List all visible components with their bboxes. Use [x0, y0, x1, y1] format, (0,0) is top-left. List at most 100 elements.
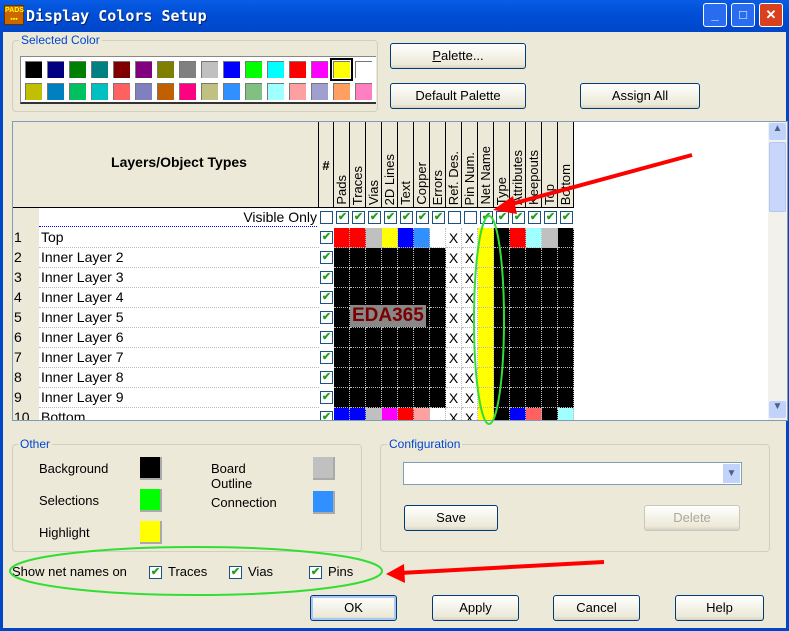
color-cell[interactable]	[350, 408, 366, 420]
layer-name[interactable]: Bottom	[39, 408, 319, 420]
net-names-vias-checkbox[interactable]: ✔	[229, 566, 242, 579]
color-cell[interactable]	[398, 228, 414, 248]
color-cell[interactable]	[526, 388, 542, 408]
palette-swatch[interactable]	[332, 82, 351, 101]
color-cell[interactable]	[494, 328, 510, 348]
color-cell[interactable]	[366, 408, 382, 420]
color-cell[interactable]	[542, 308, 558, 328]
color-cell[interactable]	[558, 328, 574, 348]
color-cell[interactable]	[478, 368, 494, 388]
color-cell[interactable]	[414, 348, 430, 368]
other-swatch-board-outline[interactable]	[313, 457, 335, 480]
palette-swatch[interactable]	[134, 82, 153, 101]
color-cell[interactable]	[542, 268, 558, 288]
palette-swatch[interactable]	[24, 60, 43, 79]
color-cell[interactable]	[414, 228, 430, 248]
color-cell[interactable]	[414, 328, 430, 348]
column-header-errors[interactable]: Errors	[430, 122, 446, 208]
visible-only-checkbox[interactable]: ✔	[480, 211, 493, 224]
column-header-copper[interactable]: Copper	[414, 122, 430, 208]
palette-swatch[interactable]	[288, 60, 307, 79]
palette-swatch[interactable]	[46, 82, 65, 101]
color-cell[interactable]	[510, 308, 526, 328]
color-cell[interactable]	[510, 408, 526, 420]
layer-visible-checkbox[interactable]: ✔	[320, 391, 333, 404]
column-header-pads[interactable]: Pads	[334, 122, 350, 208]
color-cell[interactable]	[526, 248, 542, 268]
visible-only-checkbox[interactable]: ✔	[512, 211, 525, 224]
net-names-pins-label[interactable]: Pins	[328, 564, 353, 579]
maximize-button[interactable]: □	[731, 3, 755, 27]
configuration-select[interactable]: ▼	[403, 462, 742, 485]
color-cell[interactable]	[526, 328, 542, 348]
color-cell[interactable]	[334, 328, 350, 348]
color-cell[interactable]	[478, 288, 494, 308]
color-cell[interactable]	[526, 308, 542, 328]
palette-swatch[interactable]	[330, 58, 353, 81]
palette-swatch[interactable]	[244, 82, 263, 101]
column-header-attributes[interactable]: Attributes	[510, 122, 526, 208]
color-cell[interactable]	[494, 308, 510, 328]
layer-visible-checkbox[interactable]: ✔	[320, 251, 333, 264]
visible-only-checkbox[interactable]: ✔	[528, 211, 541, 224]
minimize-button[interactable]: _	[703, 3, 727, 27]
close-button[interactable]: ✕	[759, 3, 783, 27]
color-cell[interactable]	[382, 368, 398, 388]
palette-swatch[interactable]	[200, 60, 219, 79]
palette-swatch[interactable]	[134, 60, 153, 79]
color-cell[interactable]	[558, 368, 574, 388]
color-cell[interactable]	[478, 308, 494, 328]
layer-visible-checkbox[interactable]: ✔	[320, 331, 333, 344]
color-cell[interactable]	[398, 348, 414, 368]
layer-visible-checkbox[interactable]: ✔	[320, 311, 333, 324]
color-cell[interactable]	[558, 388, 574, 408]
color-cell[interactable]	[414, 268, 430, 288]
color-cell[interactable]	[430, 348, 446, 368]
color-cell[interactable]	[430, 228, 446, 248]
scroll-down-icon[interactable]: ▼	[769, 401, 786, 418]
layer-visible-checkbox[interactable]: ✔	[320, 371, 333, 384]
palette-swatch[interactable]	[178, 60, 197, 79]
color-cell[interactable]	[526, 368, 542, 388]
color-cell[interactable]	[366, 388, 382, 408]
palette-button[interactable]: Palette...	[390, 43, 526, 69]
color-cell[interactable]	[398, 268, 414, 288]
layer-name[interactable]: Inner Layer 4	[39, 288, 319, 308]
color-cell[interactable]	[366, 268, 382, 288]
apply-button[interactable]: Apply	[432, 595, 519, 621]
palette-swatch[interactable]	[244, 60, 263, 79]
color-cell[interactable]	[478, 328, 494, 348]
color-cell[interactable]	[510, 348, 526, 368]
save-button[interactable]: Save	[404, 505, 498, 531]
color-cell[interactable]	[542, 388, 558, 408]
color-cell[interactable]	[542, 288, 558, 308]
visible-only-checkbox[interactable]: ✔	[544, 211, 557, 224]
color-cell[interactable]	[350, 388, 366, 408]
column-header-vias[interactable]: Vias	[366, 122, 382, 208]
column-header-text[interactable]: Text	[398, 122, 414, 208]
palette-swatch[interactable]	[156, 60, 175, 79]
layer-name[interactable]: Inner Layer 8	[39, 368, 319, 388]
palette-swatch[interactable]	[112, 82, 131, 101]
other-swatch-highlight[interactable]	[140, 521, 162, 544]
layer-name[interactable]: Inner Layer 3	[39, 268, 319, 288]
layer-visible-checkbox[interactable]: ✔	[320, 231, 333, 244]
color-cell[interactable]	[366, 368, 382, 388]
color-cell[interactable]	[382, 248, 398, 268]
layer-visible-checkbox[interactable]: ✔	[320, 271, 333, 284]
layer-name[interactable]: Top	[39, 228, 319, 248]
visible-only-checkbox[interactable]: ✔	[416, 211, 429, 224]
color-cell[interactable]	[350, 268, 366, 288]
layer-name[interactable]: Inner Layer 6	[39, 328, 319, 348]
palette-swatch[interactable]	[90, 60, 109, 79]
layer-name[interactable]: Inner Layer 7	[39, 348, 319, 368]
layer-visible-checkbox[interactable]: ✔	[320, 411, 333, 420]
visible-only-checkbox[interactable]	[320, 211, 333, 224]
layer-name[interactable]: Inner Layer 2	[39, 248, 319, 268]
color-cell[interactable]	[542, 368, 558, 388]
column-header-top[interactable]: Top	[542, 122, 558, 208]
help-button[interactable]: Help	[675, 595, 764, 621]
color-cell[interactable]	[494, 348, 510, 368]
palette-swatch[interactable]	[112, 60, 131, 79]
color-cell[interactable]	[494, 248, 510, 268]
